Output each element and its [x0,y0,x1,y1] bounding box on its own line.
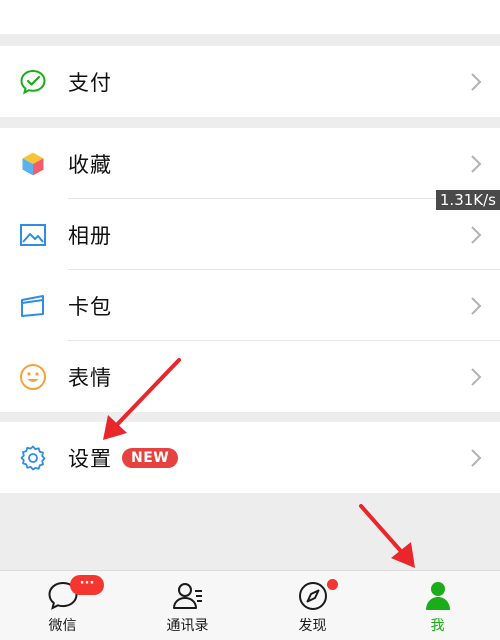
tab-label-discover: 发现 [298,618,327,634]
tab-label-chats: 微信 [48,618,77,634]
menu-item-pay[interactable]: 支付 [0,46,500,117]
tab-discover[interactable]: 发现 [250,571,375,640]
annotation-arrow-me-tab [359,504,415,568]
contacts-icon [172,583,202,609]
new-badge: NEW [122,447,179,468]
tab-contacts[interactable]: 通讯录 [125,571,250,640]
menu-label-stickers: 表情 [68,365,112,390]
menu-label-pay: 支付 [68,70,112,95]
smiley-icon [19,363,47,391]
chevron-right-icon [471,154,482,173]
chevron-right-icon [471,296,482,315]
notification-dot [327,579,338,590]
tab-label-contacts: 通讯录 [166,618,209,634]
tab-me[interactable]: 我 [375,571,500,640]
unread-badge: ··· [70,575,104,595]
main-menu-group: 收藏 相册 卡包 表情 [0,128,500,412]
image-icon [19,221,47,249]
menu-label-card-wallet: 卡包 [68,294,112,319]
menu-label-favorites: 收藏 [68,152,112,177]
chevron-right-icon [471,225,482,244]
chevron-right-icon [471,72,482,91]
menu-item-card-wallet[interactable]: 卡包 [0,270,500,341]
network-speed-indicator: 1.31K/s [435,190,500,210]
menu-item-stickers[interactable]: 表情 [0,341,500,412]
menu-item-settings[interactable]: 设置 NEW [0,422,500,493]
bottom-tab-bar: ··· 微信 通讯录 发现 我 [0,570,500,640]
settings-group: 设置 NEW [0,422,500,493]
menu-label-album: 相册 [68,223,112,248]
menu-label-settings: 设置 [68,446,112,471]
compass-icon [298,582,327,610]
person-icon [425,582,450,610]
pay-group: 支付 [0,46,500,117]
cube-icon [19,150,47,178]
card-icon [19,292,47,320]
tab-chats[interactable]: ··· 微信 [0,571,125,640]
gear-icon [19,444,47,472]
chevron-right-icon [471,367,482,386]
chevron-right-icon [471,448,482,467]
wechat-pay-icon [19,68,47,96]
tab-label-me: 我 [430,618,445,634]
menu-item-album[interactable]: 相册 [0,199,500,270]
menu-item-favorites[interactable]: 收藏 [0,128,500,199]
profile-section-bottom [0,0,500,34]
